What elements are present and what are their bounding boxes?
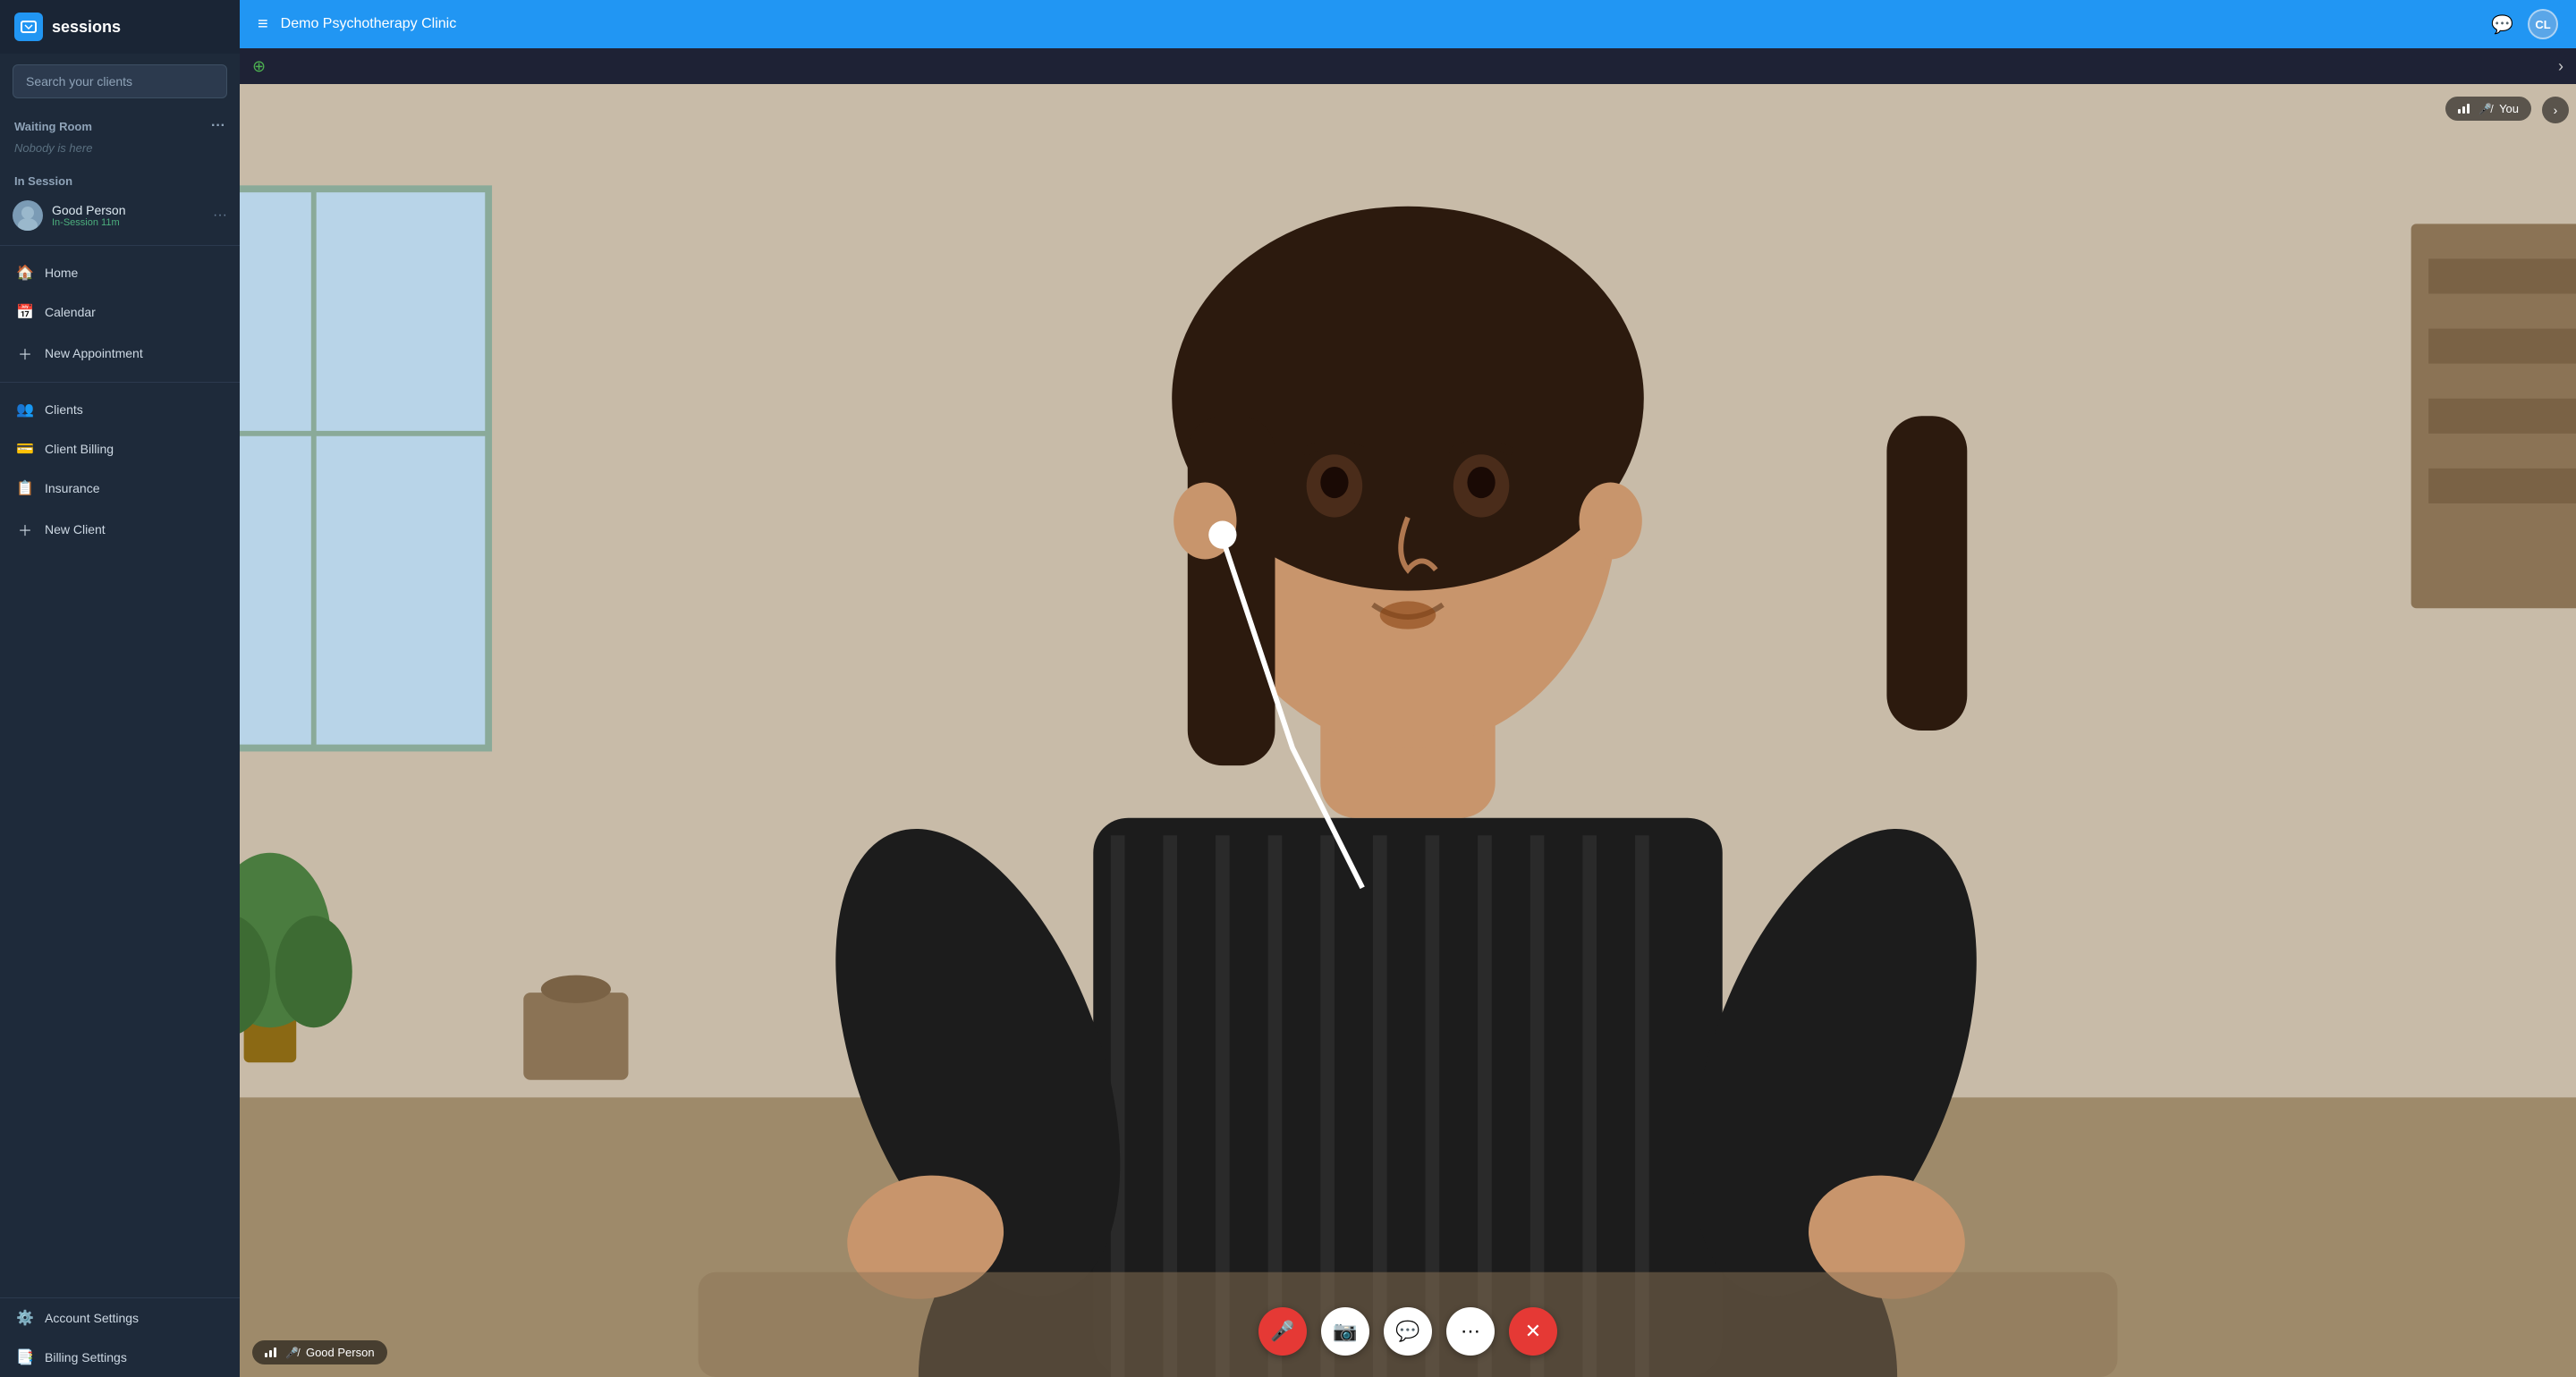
chat-bubble-icon: 💬: [1395, 1320, 1419, 1343]
new-client-label: New Client: [45, 522, 106, 536]
client-more-button[interactable]: ···: [213, 207, 227, 224]
client-info: Good Person In-Session 11m: [52, 203, 204, 228]
video-collapse-button[interactable]: ›: [2542, 97, 2569, 123]
client-avatar: [13, 200, 43, 231]
sidebar-item-client-billing[interactable]: 💳 Client Billing: [0, 429, 240, 469]
more-options-button[interactable]: ⋯: [1446, 1307, 1495, 1356]
video-main: 🎤̸ Good Person 🎤̸ You ›: [240, 84, 2576, 1377]
user-avatar[interactable]: CL: [2528, 9, 2558, 39]
end-call-icon: ✕: [1525, 1320, 1541, 1343]
chat-icon[interactable]: 💬: [2491, 13, 2513, 36]
clinic-name: Demo Psychotherapy Clinic: [281, 16, 2491, 32]
sidebar-header: sessions: [0, 0, 240, 54]
clients-icon: 👥: [16, 401, 34, 418]
video-background: [240, 84, 2576, 1377]
insurance-icon: 📋: [16, 479, 34, 497]
sidebar-item-insurance[interactable]: 📋 Insurance: [0, 469, 240, 508]
camera-button[interactable]: 📷: [1321, 1307, 1369, 1356]
video-overlay: ⊕ ›: [240, 48, 2576, 1377]
sidebar-bottom: ⚙️ Account Settings 📑 Billing Settings: [0, 1297, 240, 1377]
sidebar-item-billing-settings[interactable]: 📑 Billing Settings: [0, 1338, 240, 1377]
self-signal-bars-icon: [2458, 104, 2470, 114]
video-topbar: ⊕ ›: [240, 48, 2576, 84]
mic-button[interactable]: 🎤: [1258, 1307, 1307, 1356]
video-participant-label: 🎤̸ Good Person: [252, 1340, 387, 1364]
app-logo-icon: [14, 13, 43, 41]
search-input[interactable]: Search your clients: [13, 64, 227, 98]
sidebar-item-account-settings[interactable]: ⚙️ Account Settings: [0, 1298, 240, 1338]
home-icon: 🏠: [16, 264, 34, 282]
topbar-icons: 💬 CL: [2491, 9, 2558, 39]
end-call-button[interactable]: ✕: [1509, 1307, 1557, 1356]
waiting-room-empty-label: Nobody is here: [0, 138, 240, 165]
in-session-client-row[interactable]: Good Person In-Session 11m ···: [0, 193, 240, 238]
sidebar-item-new-appointment[interactable]: ＋ New Appointment: [0, 332, 240, 375]
divider-2: [0, 382, 240, 383]
sidebar-item-clients[interactable]: 👥 Clients: [0, 390, 240, 429]
insurance-label: Insurance: [45, 481, 99, 495]
sidebar-item-calendar[interactable]: 📅 Calendar: [0, 292, 240, 332]
signal-bars-icon: [265, 1347, 276, 1357]
billing-settings-icon: 📑: [16, 1348, 34, 1366]
content-area: Good Person ··· Internal ID: 12345678 ℹ …: [240, 48, 2576, 1377]
home-label: Home: [45, 266, 78, 280]
new-appointment-icon: ＋: [16, 342, 34, 364]
calendar-icon: 📅: [16, 303, 34, 321]
in-session-section-label: In Session: [0, 165, 240, 193]
client-billing-icon: 💳: [16, 440, 34, 458]
video-self-label: 🎤̸ You: [2445, 97, 2531, 121]
mic-muted-icon: 🎤̸: [285, 1347, 299, 1359]
waiting-room-more-button[interactable]: ···: [211, 118, 225, 134]
video-controls: 🎤 📷 💬 ⋯ ✕: [1258, 1307, 1557, 1356]
collapse-video-button[interactable]: ›: [2558, 57, 2563, 76]
main-area: ≡ Demo Psychotherapy Clinic 💬 CL Good Pe…: [240, 0, 2576, 1377]
sidebar: sessions Search your clients Waiting Roo…: [0, 0, 240, 1377]
video-participant-name: Good Person: [306, 1346, 375, 1359]
clients-label: Clients: [45, 402, 83, 417]
sidebar-item-new-client[interactable]: ＋ New Client: [0, 508, 240, 551]
client-billing-label: Client Billing: [45, 442, 114, 456]
divider: [0, 245, 240, 246]
self-mic-icon: 🎤̸: [2479, 103, 2492, 115]
video-self-name: You: [2499, 102, 2519, 115]
topbar: ≡ Demo Psychotherapy Clinic 💬 CL: [240, 0, 2576, 48]
calendar-label: Calendar: [45, 305, 96, 319]
menu-button[interactable]: ≡: [258, 14, 268, 35]
waiting-room-section: Waiting Room ···: [0, 109, 240, 138]
client-name: Good Person: [52, 203, 204, 217]
expand-video-icon[interactable]: ⊕: [252, 57, 266, 76]
app-name: sessions: [52, 18, 121, 37]
account-settings-label: Account Settings: [45, 1311, 139, 1325]
account-settings-icon: ⚙️: [16, 1309, 34, 1327]
camera-icon: 📷: [1333, 1320, 1357, 1343]
more-icon: ⋯: [1461, 1320, 1480, 1343]
mic-icon: 🎤: [1270, 1320, 1294, 1343]
billing-settings-label: Billing Settings: [45, 1350, 127, 1364]
sidebar-item-home[interactable]: 🏠 Home: [0, 253, 240, 292]
new-appointment-label: New Appointment: [45, 346, 143, 360]
new-client-icon: ＋: [16, 519, 34, 540]
client-status: In-Session 11m: [52, 217, 204, 228]
chat-button[interactable]: 💬: [1384, 1307, 1432, 1356]
